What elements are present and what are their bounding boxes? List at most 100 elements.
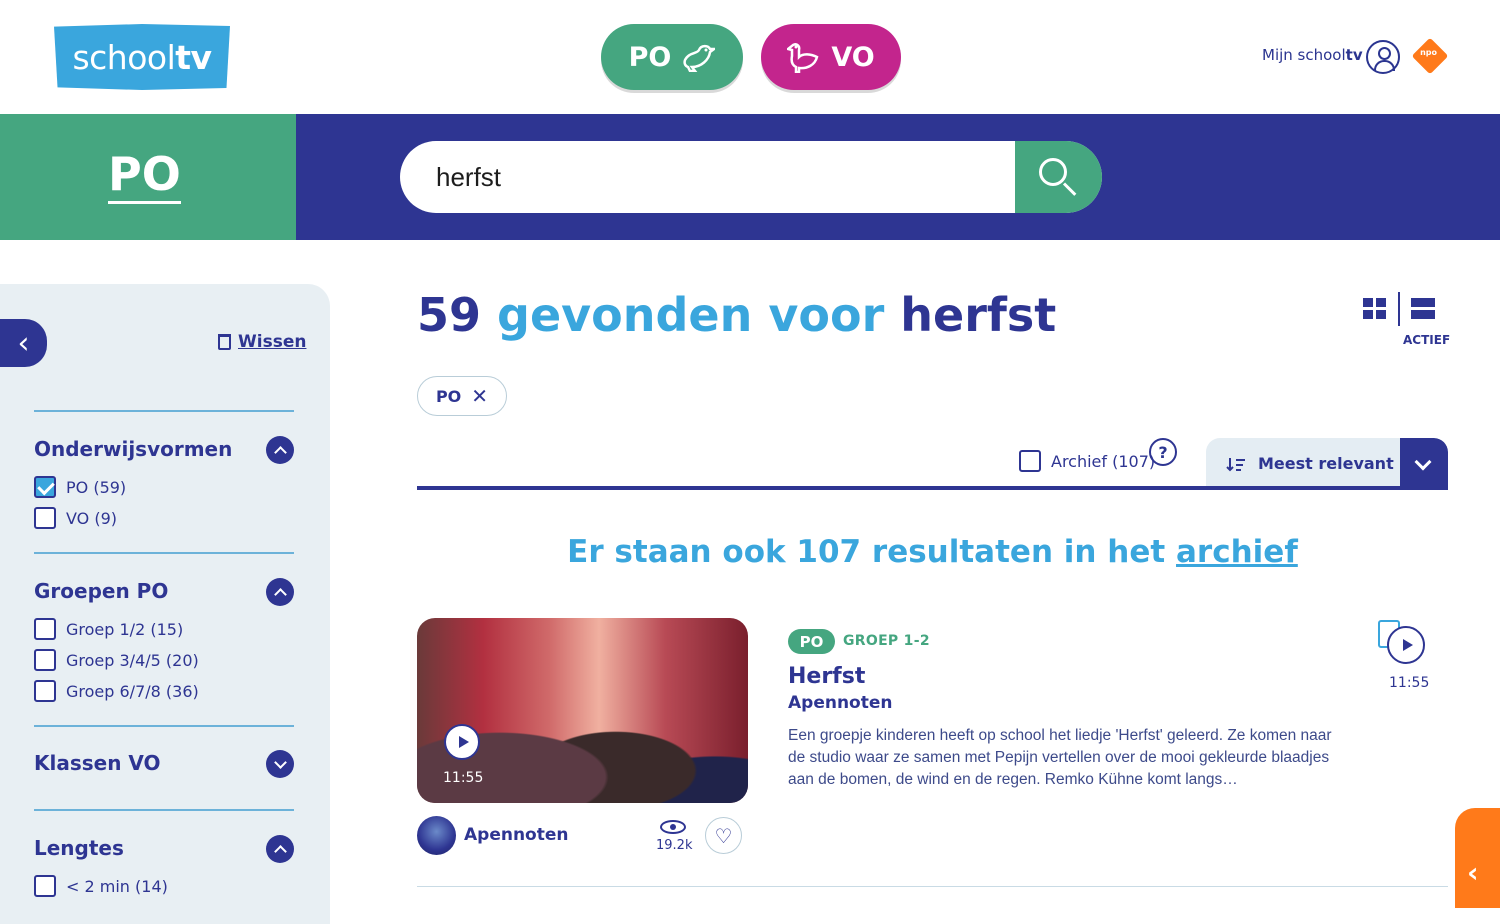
option-label: PO (59) bbox=[66, 477, 127, 497]
program-link[interactable]: Apennoten bbox=[464, 825, 569, 845]
search-band: PO bbox=[0, 114, 1500, 240]
divider bbox=[34, 410, 294, 412]
collapse-onderwijsvormen-button[interactable] bbox=[266, 436, 294, 464]
checkbox-checked[interactable] bbox=[34, 476, 56, 498]
sort-icon bbox=[1226, 457, 1245, 471]
thumbnail-duration: 11:55 bbox=[443, 770, 484, 786]
expand-klassen-button[interactable] bbox=[266, 750, 294, 778]
video-thumbnail[interactable]: 11:55 bbox=[417, 618, 748, 803]
filter-option-vo[interactable]: VO (9) bbox=[34, 507, 117, 529]
checkbox[interactable] bbox=[34, 507, 56, 529]
mijn-text: Mijn school bbox=[1262, 46, 1346, 64]
side-panel-toggle[interactable]: ‹ bbox=[1455, 808, 1500, 908]
sort-label: Meest relevant bbox=[1226, 454, 1394, 473]
filter-option-lengte-2min[interactable]: < 2 min (14) bbox=[34, 875, 168, 897]
divider bbox=[34, 552, 294, 554]
close-icon[interactable]: ✕ bbox=[471, 384, 488, 408]
search-icon bbox=[1039, 158, 1067, 186]
list-bar bbox=[1411, 310, 1435, 319]
po-level-button[interactable]: PO bbox=[601, 24, 743, 90]
checkbox[interactable] bbox=[1019, 450, 1041, 472]
results-query: herfst bbox=[900, 288, 1057, 342]
clear-filters-button[interactable]: Wissen bbox=[218, 332, 306, 352]
level-label[interactable]: PO bbox=[108, 148, 181, 204]
clear-filters-label: Wissen bbox=[238, 332, 307, 352]
list-view-icon[interactable] bbox=[1411, 298, 1435, 320]
search-button[interactable] bbox=[1015, 141, 1102, 213]
result-title[interactable]: Herfst bbox=[788, 664, 865, 689]
po-pill-label: PO bbox=[628, 41, 672, 73]
view-divider bbox=[1398, 292, 1400, 326]
filter-option-po[interactable]: PO (59) bbox=[34, 476, 126, 498]
filter-option-groep-6-7-8[interactable]: Groep 6/7/8 (36) bbox=[34, 680, 199, 702]
vo-level-button[interactable]: VO bbox=[761, 24, 901, 90]
archive-link[interactable]: archief bbox=[1176, 534, 1298, 570]
filter-option-groep-1-2[interactable]: Groep 1/2 (15) bbox=[34, 618, 183, 640]
grid-view-icon[interactable] bbox=[1363, 298, 1387, 320]
option-label: VO (9) bbox=[66, 508, 118, 528]
divider bbox=[34, 725, 294, 727]
divider bbox=[34, 809, 294, 811]
chevron-left-icon: ‹ bbox=[1467, 856, 1479, 889]
list-bar bbox=[1411, 298, 1435, 307]
heart-icon: ♡ bbox=[714, 823, 733, 848]
checkbox[interactable] bbox=[34, 680, 56, 702]
archive-notice-text: Er staan ook 107 resultaten in het bbox=[567, 534, 1177, 570]
view-active-label: ACTIEF bbox=[1403, 333, 1451, 347]
option-label: Groep 1/2 (15) bbox=[66, 619, 184, 639]
mijn-tv-text: tv bbox=[1345, 46, 1363, 64]
archief-label: Archief (107) bbox=[1051, 451, 1156, 471]
results-found-for: gevonden voor bbox=[497, 288, 885, 342]
level-badge: PO bbox=[788, 629, 835, 654]
filter-sidebar: ‹ Wissen Onderwijsvormen PO (59) VO (9) … bbox=[0, 284, 330, 924]
collapse-sidebar-button[interactable]: ‹ bbox=[0, 319, 47, 367]
chevron-down-icon bbox=[273, 755, 287, 769]
active-filter-chip[interactable]: PO ✕ bbox=[417, 376, 507, 416]
archief-toggle[interactable]: Archief (107) bbox=[1019, 450, 1155, 472]
favorite-button[interactable]: ♡ bbox=[705, 817, 742, 854]
filter-title-klassen: Klassen VO bbox=[34, 751, 161, 775]
sort-dropdown[interactable]: Meest relevant bbox=[1206, 438, 1448, 490]
npo-logo-icon[interactable]: npo bbox=[1411, 37, 1449, 75]
option-label: < 2 min (14) bbox=[66, 876, 168, 896]
npo-text: npo bbox=[1420, 47, 1438, 57]
checkbox[interactable] bbox=[34, 618, 56, 640]
filter-title-groepen: Groepen PO bbox=[34, 579, 169, 603]
user-account-icon[interactable] bbox=[1366, 40, 1400, 74]
option-label: Groep 3/4/5 (20) bbox=[66, 650, 199, 670]
view-count: 19.2k bbox=[656, 838, 693, 853]
checkbox[interactable] bbox=[34, 875, 56, 897]
eye-icon bbox=[660, 820, 686, 834]
filter-option-groep-3-4-5[interactable]: Groep 3/4/5 (20) bbox=[34, 649, 199, 671]
results-heading: 59 gevonden voor herfst bbox=[417, 288, 1056, 342]
grid-cell bbox=[1376, 298, 1386, 307]
bird-icon bbox=[683, 44, 716, 72]
grid-cell bbox=[1376, 310, 1386, 319]
filter-title-onderwijsvormen: Onderwijsvormen bbox=[34, 437, 233, 461]
collapse-lengtes-button[interactable] bbox=[266, 835, 294, 863]
option-label: Groep 6/7/8 (36) bbox=[66, 681, 199, 701]
search-icon-handle bbox=[1062, 182, 1077, 196]
program-avatar[interactable] bbox=[417, 816, 456, 855]
chevron-up-icon bbox=[273, 445, 287, 459]
top-header: school tv PO VO Mijn schooltv npo bbox=[0, 0, 1500, 114]
collapse-groepen-button[interactable] bbox=[266, 578, 294, 606]
schooltv-logo[interactable]: school tv bbox=[54, 24, 230, 90]
archive-notice: Er staan ook 107 resultaten in het archi… bbox=[417, 534, 1448, 570]
trash-icon bbox=[218, 334, 231, 350]
result-duration: 11:55 bbox=[1389, 675, 1430, 691]
search-input[interactable] bbox=[400, 141, 1016, 213]
groep-label: GROEP 1-2 bbox=[843, 633, 930, 649]
grid-cell bbox=[1363, 298, 1373, 307]
vo-pill-label: VO bbox=[831, 41, 875, 73]
chip-label: PO bbox=[435, 386, 462, 406]
mijn-schooltv-link[interactable]: Mijn schooltv bbox=[1262, 46, 1363, 64]
chevron-up-icon bbox=[273, 587, 287, 601]
bird-icon bbox=[787, 43, 819, 73]
sort-dropdown-toggle[interactable] bbox=[1400, 438, 1448, 490]
help-icon[interactable]: ? bbox=[1149, 438, 1177, 466]
play-icon[interactable] bbox=[444, 724, 480, 760]
checkbox[interactable] bbox=[34, 649, 56, 671]
play-icon[interactable] bbox=[1387, 626, 1425, 664]
result-subtitle: Apennoten bbox=[788, 693, 893, 713]
